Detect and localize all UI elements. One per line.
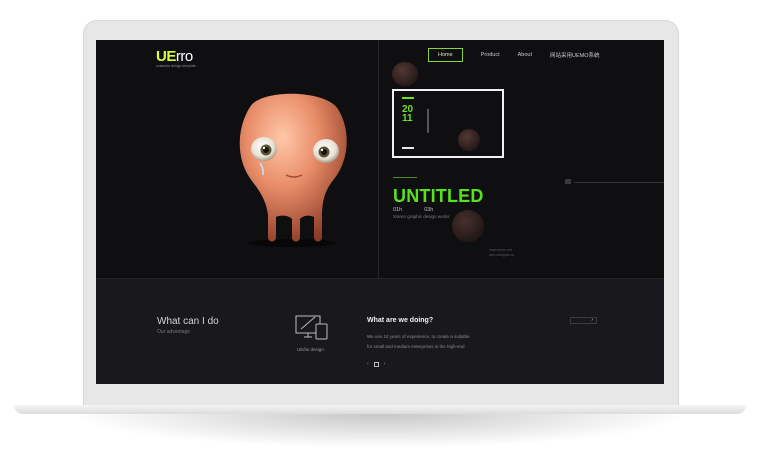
- devices-design-icon: [295, 315, 328, 340]
- slider-track[interactable]: [574, 182, 664, 183]
- frame-number-bottom: 11: [402, 113, 413, 124]
- pager-current[interactable]: [373, 361, 379, 367]
- monster-illustration: [239, 93, 347, 247]
- nav-item-uemo[interactable]: 网站采用UEMO系统: [550, 48, 600, 62]
- faded-caption: www.uemo.net web designer.cn: [489, 248, 515, 257]
- meta-a: 01h: [393, 207, 403, 213]
- vertical-divider: [378, 40, 379, 278]
- hero-meta: 01h 03h: [393, 207, 455, 213]
- year-frame: 20 11: [392, 89, 504, 158]
- meta-b: 03h: [424, 207, 434, 213]
- more-button[interactable]: ›: [570, 317, 597, 324]
- floating-head-1: [392, 62, 418, 86]
- floating-head-3: [452, 210, 484, 242]
- hero-meta-sub: Xiaren graphic design works: [393, 214, 450, 219]
- pager-next-icon[interactable]: ›: [384, 361, 386, 367]
- site-logo[interactable]: UErro uclassics design template: [156, 48, 196, 68]
- nav-item-about[interactable]: About: [518, 49, 532, 61]
- nav-item-product[interactable]: Product: [481, 49, 500, 61]
- logo-mark-b: rro: [175, 48, 193, 65]
- section-subheading: Our advantage: [157, 329, 191, 335]
- laptop-shadow: [70, 414, 690, 448]
- website-screen: UErro uclassics design template Home Pro…: [96, 40, 664, 384]
- what-description: We use 10 years of experience, to create…: [367, 334, 470, 349]
- pager: ‹ ›: [367, 361, 385, 367]
- section-heading: What can I do: [157, 316, 219, 327]
- what-title: What are we doing?: [367, 317, 434, 324]
- main-nav: Home Product About 网站采用UEMO系统: [428, 48, 618, 62]
- title-rule: [393, 177, 417, 178]
- logo-tagline: uclassics design template: [156, 64, 196, 68]
- slider-handle[interactable]: [565, 179, 571, 184]
- hero-title: UNTITLED: [393, 186, 484, 206]
- services-section: What can I do Our advantage UE/ite desig…: [96, 278, 664, 384]
- logo-mark-a: UE: [156, 48, 176, 65]
- laptop-base: [14, 405, 746, 414]
- service-label: UE/ite design: [297, 347, 324, 352]
- hero-section: UErro uclassics design template Home Pro…: [96, 40, 664, 278]
- nav-item-home[interactable]: Home: [428, 48, 463, 62]
- pager-prev-icon[interactable]: ‹: [367, 361, 369, 367]
